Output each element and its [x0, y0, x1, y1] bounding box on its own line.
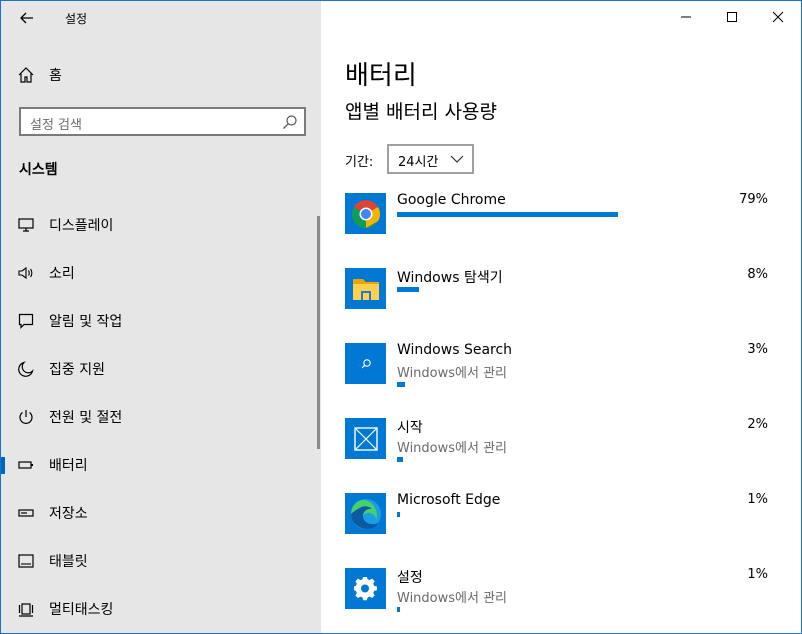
sidebar-item-label: 집중 지원 [49, 362, 105, 378]
close-button[interactable] [755, 1, 801, 33]
usage-bar [397, 212, 618, 217]
sidebar-item-label: 알림 및 작업 [49, 314, 123, 330]
usage-percent: 1% [747, 492, 768, 507]
speaker-icon [17, 264, 35, 282]
sidebar-item-label: 홈 [49, 68, 62, 84]
app-name: 시작 [397, 420, 423, 436]
multitasking-icon [17, 600, 35, 618]
storage-icon [17, 504, 35, 522]
sidebar-item-label: 저장소 [49, 506, 88, 522]
app-usage-list: Google Chrome 79% Windows 탐색기 8% Windows… [345, 192, 785, 633]
managed-by-text: Windows에서 관리 [397, 441, 508, 456]
close-icon [772, 11, 784, 23]
usage-percent: 2% [747, 417, 768, 432]
section-title: 시스템 [19, 162, 58, 178]
usage-bar [397, 457, 403, 462]
moon-icon [17, 360, 35, 378]
back-button[interactable] [15, 7, 39, 29]
power-icon [17, 408, 35, 426]
period-value: 24시간 [398, 155, 439, 170]
app-name: 설정 [397, 570, 423, 586]
usage-bar [397, 607, 400, 612]
battery-icon [17, 456, 35, 474]
selected-indicator [1, 457, 5, 474]
usage-percent: 3% [747, 342, 768, 357]
app-name: Google Chrome [397, 192, 506, 208]
page-title: 배터리 [345, 61, 417, 91]
main-content: 배터리 앱별 배터리 사용량 기간: 24시간 Google Chrome 79… [321, 1, 801, 633]
home-icon [18, 67, 34, 83]
list-item[interactable]: Microsoft Edge 1% [345, 492, 785, 568]
sidebar-item-battery[interactable]: 배터리 [1, 441, 321, 489]
search-app-icon [345, 343, 386, 384]
start-icon [345, 418, 386, 459]
chrome-icon [345, 193, 386, 234]
sidebar-item-notifications[interactable]: 알림 및 작업 [1, 297, 321, 345]
managed-by-text: Windows에서 관리 [397, 366, 508, 381]
sidebar-item-multitasking[interactable]: 멀티태스킹 [1, 585, 321, 633]
sidebar-item-display[interactable]: 디스플레이 [1, 201, 321, 249]
sidebar-item-power-sleep[interactable]: 전원 및 절전 [1, 393, 321, 441]
app-name: Windows 탐색기 [397, 270, 503, 286]
list-item[interactable]: Windows Search Windows에서 관리 3% [345, 342, 785, 418]
minimize-button[interactable] [663, 1, 709, 33]
maximize-icon [727, 12, 737, 22]
sidebar-item-label: 배터리 [49, 458, 88, 474]
search-input[interactable]: 설정 검색 [19, 107, 306, 136]
chevron-down-icon [450, 155, 464, 163]
usage-percent: 8% [747, 267, 768, 282]
period-dropdown[interactable]: 24시간 [387, 144, 474, 174]
sidebar-nav: 디스플레이 소리 알림 및 작업 집중 지원 전원 및 절전 배터리 저장소 태… [1, 201, 321, 633]
app-name: Windows Search [397, 342, 513, 358]
sidebar-item-label: 멀티태스킹 [49, 602, 114, 618]
sidebar-item-focus-assist[interactable]: 집중 지원 [1, 345, 321, 393]
list-item[interactable]: 설정 Windows에서 관리 1% [345, 567, 785, 633]
settings-window: 설정 홈 설정 검색 시스템 디스플레이 소리 알림 및 작업 집중 지원 전원… [0, 0, 802, 634]
monitor-icon [17, 216, 35, 234]
app-name: Microsoft Edge [397, 492, 501, 508]
folder-icon [345, 268, 386, 309]
minimize-icon [681, 16, 691, 18]
list-item[interactable]: Google Chrome 79% [345, 192, 785, 268]
back-arrow-icon [20, 12, 33, 24]
usage-percent: 79% [739, 192, 768, 207]
list-item[interactable]: Windows 탐색기 8% [345, 267, 785, 343]
sidebar-item-label: 태블릿 [49, 554, 88, 570]
sidebar: 설정 홈 설정 검색 시스템 디스플레이 소리 알림 및 작업 집중 지원 전원… [1, 1, 321, 633]
sidebar-item-label: 소리 [49, 266, 75, 282]
section-subtitle: 앱별 배터리 사용량 [345, 101, 497, 123]
tablet-icon [17, 552, 35, 570]
settings-gear-icon [345, 568, 386, 609]
edge-icon [345, 493, 386, 534]
sidebar-item-tablet[interactable]: 태블릿 [1, 537, 321, 585]
sidebar-scrollbar[interactable] [317, 216, 320, 449]
usage-bar [397, 287, 419, 292]
sidebar-item-home[interactable]: 홈 [17, 63, 62, 87]
list-item[interactable]: 시작 Windows에서 관리 2% [345, 417, 785, 493]
sidebar-item-sound[interactable]: 소리 [1, 249, 321, 297]
period-label: 기간: [345, 155, 374, 170]
sidebar-item-label: 디스플레이 [49, 218, 114, 234]
search-icon [283, 115, 297, 129]
search-placeholder: 설정 검색 [30, 118, 82, 133]
app-title: 설정 [65, 12, 88, 26]
usage-bar [397, 512, 400, 517]
maximize-button[interactable] [709, 1, 755, 33]
managed-by-text: Windows에서 관리 [397, 591, 508, 606]
sidebar-item-label: 전원 및 절전 [49, 410, 123, 426]
sidebar-item-storage[interactable]: 저장소 [1, 489, 321, 537]
usage-bar [397, 382, 405, 387]
notification-icon [17, 312, 35, 330]
usage-percent: 1% [747, 567, 768, 582]
